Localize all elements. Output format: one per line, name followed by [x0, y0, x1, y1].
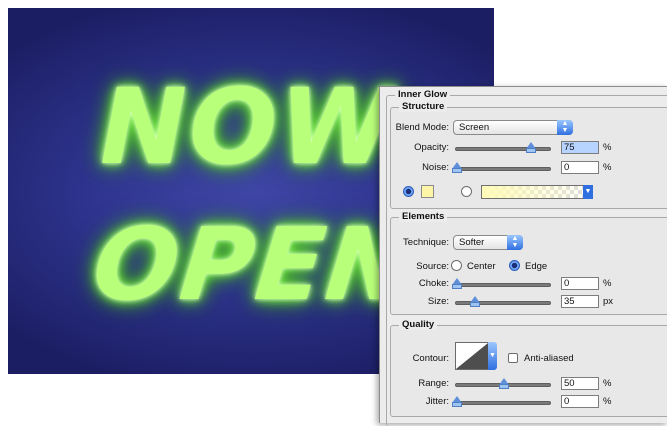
- opacity-slider[interactable]: [455, 142, 551, 153]
- source-edge-label[interactable]: Edge: [525, 261, 547, 272]
- solid-color-radio[interactable]: [403, 186, 414, 197]
- opacity-label: Opacity:: [414, 142, 449, 153]
- blend-mode-arrows-icon: ▲ ▼: [557, 120, 573, 135]
- noise-field[interactable]: 0: [561, 161, 599, 174]
- choke-label: Choke:: [418, 278, 449, 289]
- elements-title: Elements: [399, 211, 448, 222]
- opacity-field[interactable]: 75: [561, 141, 599, 154]
- glow-text-line-2: OPEN: [87, 206, 419, 323]
- size-slider-thumb[interactable]: [470, 296, 480, 307]
- jitter-label: Jitter:: [425, 396, 449, 407]
- gradient-dropdown-arrow-icon: ▼: [583, 185, 593, 199]
- source-center-label[interactable]: Center: [467, 261, 496, 272]
- gradient-picker[interactable]: ▼: [481, 185, 593, 199]
- technique-value: Softer: [459, 237, 485, 248]
- size-field[interactable]: 35: [561, 295, 599, 308]
- technique-select[interactable]: Softer ▲ ▼: [453, 235, 523, 250]
- structure-title: Structure: [399, 101, 448, 112]
- anti-aliased-label[interactable]: Anti-aliased: [524, 353, 574, 364]
- glow-text-line-1: NOW: [100, 66, 397, 188]
- jitter-slider[interactable]: [452, 396, 551, 407]
- inner-glow-title: Inner Glow: [395, 89, 451, 100]
- blend-mode-label: Blend Mode:: [395, 122, 449, 133]
- gradient-radio[interactable]: [461, 186, 472, 197]
- range-label: Range:: [418, 378, 449, 389]
- contour-label: Contour:: [412, 353, 449, 364]
- source-label: Source:: [416, 261, 449, 272]
- choke-slider[interactable]: [452, 278, 551, 289]
- contour-dropdown-arrow-icon[interactable]: ▼: [488, 342, 497, 370]
- range-slider[interactable]: [455, 378, 551, 389]
- source-edge-radio[interactable]: [509, 260, 520, 271]
- noise-slider-thumb[interactable]: [452, 162, 462, 173]
- blend-mode-select[interactable]: Screen ▲ ▼: [453, 120, 573, 135]
- choke-unit: %: [603, 278, 612, 289]
- contour-preview[interactable]: [455, 342, 489, 370]
- quality-group: Quality Contour: ▼ Anti-aliased Range: 5…: [390, 319, 667, 417]
- size-slider[interactable]: [455, 296, 551, 307]
- choke-slider-thumb[interactable]: [452, 278, 462, 289]
- jitter-field[interactable]: 0: [561, 395, 599, 408]
- quality-title: Quality: [399, 319, 438, 330]
- structure-group: Structure Blend Mode: Screen ▲ ▼ Opacity:…: [390, 101, 667, 209]
- opacity-unit: %: [603, 142, 612, 153]
- inner-glow-panel: Inner Glow Structure Blend Mode: Screen …: [379, 86, 667, 426]
- glow-color-swatch[interactable]: [421, 185, 434, 198]
- noise-slider[interactable]: [452, 162, 551, 173]
- technique-arrows-icon: ▲ ▼: [507, 235, 523, 250]
- choke-field[interactable]: 0: [561, 277, 599, 290]
- anti-aliased-checkbox[interactable]: [508, 353, 518, 363]
- blend-mode-value: Screen: [459, 122, 490, 133]
- range-unit: %: [603, 378, 612, 389]
- size-unit: px: [603, 296, 614, 307]
- noise-unit: %: [603, 162, 612, 173]
- noise-label: Noise:: [422, 162, 449, 173]
- jitter-unit: %: [603, 396, 612, 407]
- technique-label: Technique:: [403, 237, 449, 248]
- range-field[interactable]: 50: [561, 377, 599, 390]
- size-label: Size:: [427, 296, 449, 307]
- range-slider-thumb[interactable]: [499, 378, 509, 389]
- source-center-radio[interactable]: [451, 260, 462, 271]
- opacity-slider-thumb[interactable]: [526, 142, 536, 153]
- elements-group: Elements Technique: Softer ▲ ▼ Source: Ce…: [390, 211, 667, 315]
- jitter-slider-thumb[interactable]: [452, 396, 462, 407]
